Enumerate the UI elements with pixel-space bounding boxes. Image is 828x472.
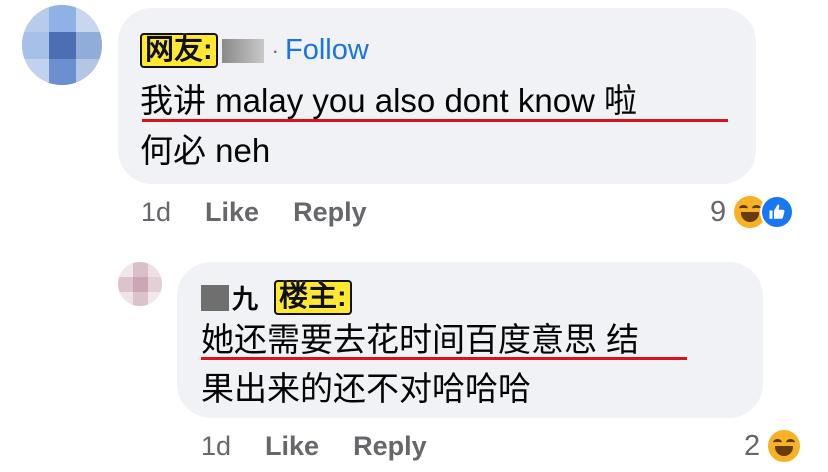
commenter-tag: 网友: [140, 33, 218, 68]
underline-annotation [142, 119, 728, 122]
underline-annotation [201, 357, 687, 360]
follow-link[interactable]: Follow [285, 34, 369, 67]
like-reaction-icon [760, 195, 795, 229]
reply-text-line-2: 果出来的还不对哈哈哈 [201, 370, 531, 407]
reaction-count: 2 [744, 429, 761, 462]
reply-actions: 1d Like Reply [201, 431, 427, 462]
comment-timestamp[interactable]: 1d [141, 197, 171, 228]
comment-actions: 1d Like Reply [141, 197, 367, 228]
separator-dot: · [271, 37, 279, 63]
reaction-count: 9 [710, 195, 727, 228]
reply-button[interactable]: Reply [353, 431, 427, 462]
blurred-name [201, 284, 229, 311]
commenter-avatar[interactable] [22, 5, 102, 85]
reply-name-char: 九 [232, 284, 259, 314]
haha-emoji-icon [766, 428, 803, 464]
reply-button[interactable]: Reply [293, 197, 367, 228]
like-button[interactable]: Like [205, 197, 259, 228]
reaction-summary[interactable]: 9 [710, 194, 795, 230]
author-tag: 楼主: [274, 280, 352, 315]
comment-text-line-2: 何必 neh [140, 132, 271, 169]
reply-avatar[interactable] [118, 262, 162, 306]
reply-timestamp[interactable]: 1d [201, 431, 231, 462]
blurred-name [221, 38, 264, 63]
comment-header: 网友: · Follow [140, 33, 369, 68]
reaction-summary[interactable]: 2 [744, 428, 803, 464]
like-button[interactable]: Like [265, 431, 319, 462]
reply-header: 九 楼主: [201, 279, 352, 316]
